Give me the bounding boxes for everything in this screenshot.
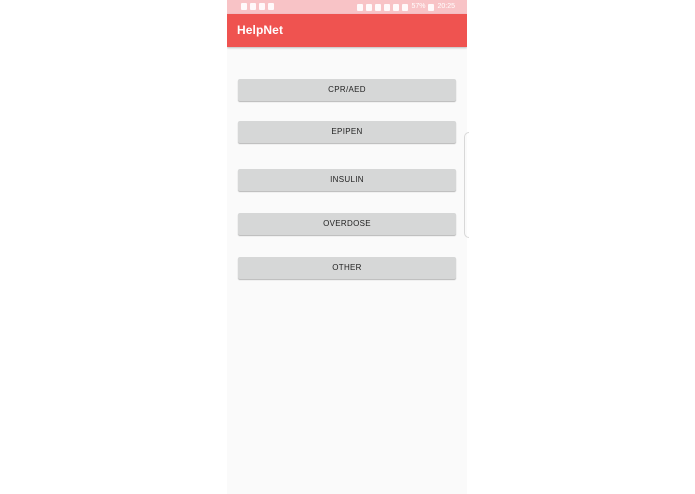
other-button[interactable]: OTHER xyxy=(238,257,456,279)
nfc-icon xyxy=(366,3,373,11)
image-icon xyxy=(259,3,265,10)
insulin-button[interactable]: INSULIN xyxy=(238,169,456,191)
epipen-button[interactable]: EPIPEN xyxy=(238,121,456,143)
status-system: 57% 20:25 xyxy=(357,2,455,12)
cpr-aed-button[interactable]: CPR/AED xyxy=(238,79,456,101)
vibrate-icon xyxy=(375,3,382,11)
overdose-button[interactable]: OVERDOSE xyxy=(238,213,456,235)
status-time: 20:25 xyxy=(437,3,455,10)
app-title: HelpNet xyxy=(237,23,284,37)
notification-icon xyxy=(250,3,256,10)
status-bar: 57% 20:25 xyxy=(227,0,467,14)
wifi-icon xyxy=(393,3,400,11)
bluetooth-icon xyxy=(357,3,364,11)
battery-icon xyxy=(428,3,435,11)
data-saver-icon xyxy=(384,3,391,11)
app-bar: HelpNet xyxy=(227,14,467,47)
battery-percent: 57% xyxy=(411,3,426,10)
status-notifications xyxy=(241,3,274,10)
edge-panel-handle[interactable] xyxy=(464,132,469,238)
notification-icon xyxy=(268,3,274,10)
notification-icon xyxy=(241,3,247,10)
signal-icon xyxy=(402,3,409,11)
phone-screen: 57% 20:25 HelpNet CPR/AED EPIPEN INSULIN… xyxy=(227,0,467,494)
